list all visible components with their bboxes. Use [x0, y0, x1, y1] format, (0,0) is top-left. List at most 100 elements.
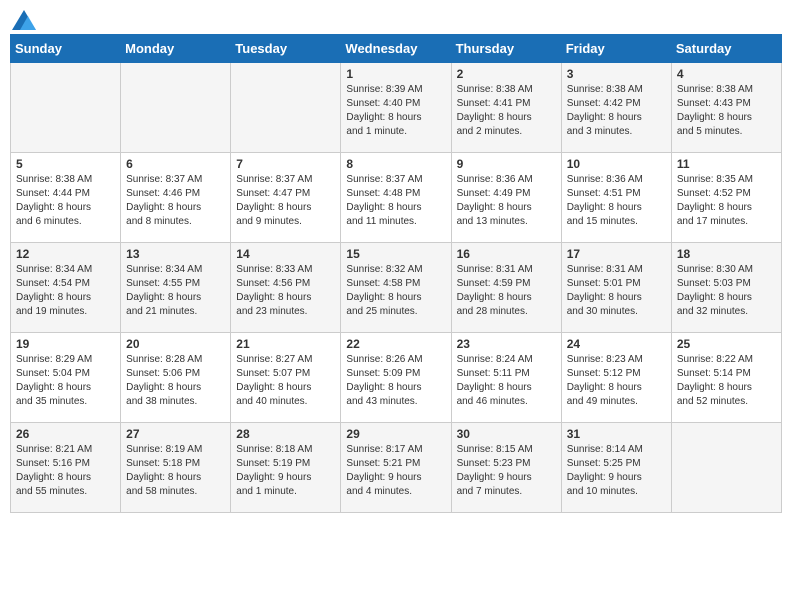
calendar-cell: 11 Sunrise: 8:35 AM Sunset: 4:52 PM Dayli…: [671, 153, 781, 243]
day-info: Sunrise: 8:31 AM Sunset: 4:59 PM Dayligh…: [457, 263, 556, 319]
calendar-cell: 29Sunrise: 8:17 AM Sunset: 5:21 PM Dayli…: [341, 423, 451, 513]
day-info: Sunrise: 8:30 AM Sunset: 5:03 PM Dayligh…: [677, 263, 776, 319]
day-info: Sunrise: 8:36 AM Sunset: 4:51 PM Dayligh…: [567, 173, 666, 229]
day-number: 12: [16, 247, 115, 261]
day-info: Sunrise: 8:37 AM Sunset: 4:47 PM Dayligh…: [236, 173, 335, 229]
calendar-cell: [231, 63, 341, 153]
calendar-cell: 16Sunrise: 8:31 AM Sunset: 4:59 PM Dayli…: [451, 243, 561, 333]
calendar-cell: 26 Sunrise: 8:21 AM Sunset: 5:16 PM Dayli…: [11, 423, 121, 513]
logo: [10, 10, 38, 30]
day-number: 14: [236, 247, 335, 261]
day-info: Sunrise: 8:32 AM Sunset: 4:58 PM Dayligh…: [346, 263, 445, 319]
day-number: 1: [346, 67, 445, 81]
day-info: Sunrise: 8:39 AM Sunset: 4:40 PM Dayligh…: [346, 83, 445, 139]
day-number: 22: [346, 337, 445, 351]
day-info: Sunrise: 8:14 AM Sunset: 5:25 PM Dayligh…: [567, 443, 666, 499]
day-info: Sunrise: 8:21 AM Sunset: 5:16 PM Dayligh…: [16, 443, 115, 499]
calendar-cell: 30 Sunrise: 8:15 AM Sunset: 5:23 PM Dayli…: [451, 423, 561, 513]
day-info: Sunrise: 8:38 AM Sunset: 4:42 PM Dayligh…: [567, 83, 666, 139]
day-number: 10: [567, 157, 666, 171]
day-info: Sunrise: 8:24 AM Sunset: 5:11 PM Dayligh…: [457, 353, 556, 409]
day-number: 7: [236, 157, 335, 171]
day-header-saturday: Saturday: [671, 35, 781, 63]
day-number: 31: [567, 427, 666, 441]
day-header-monday: Monday: [121, 35, 231, 63]
calendar-week-row: 19 Sunrise: 8:29 AM Sunset: 5:04 PM Dayli…: [11, 333, 782, 423]
day-info: Sunrise: 8:31 AM Sunset: 5:01 PM Dayligh…: [567, 263, 666, 319]
logo-icon: [12, 10, 36, 30]
calendar-cell: 3Sunrise: 8:38 AM Sunset: 4:42 PM Daylig…: [561, 63, 671, 153]
calendar-week-row: 5 Sunrise: 8:38 AM Sunset: 4:44 PM Daylig…: [11, 153, 782, 243]
day-info: Sunrise: 8:35 AM Sunset: 4:52 PM Dayligh…: [677, 173, 776, 229]
calendar-cell: [671, 423, 781, 513]
day-number: 17: [567, 247, 666, 261]
day-number: 25: [677, 337, 776, 351]
calendar-cell: 9 Sunrise: 8:36 AM Sunset: 4:49 PM Daylig…: [451, 153, 561, 243]
calendar-cell: 27Sunrise: 8:19 AM Sunset: 5:18 PM Dayli…: [121, 423, 231, 513]
calendar-cell: 23 Sunrise: 8:24 AM Sunset: 5:11 PM Dayli…: [451, 333, 561, 423]
calendar-week-row: 1 Sunrise: 8:39 AM Sunset: 4:40 PM Daylig…: [11, 63, 782, 153]
calendar-cell: 15 Sunrise: 8:32 AM Sunset: 4:58 PM Dayli…: [341, 243, 451, 333]
day-info: Sunrise: 8:36 AM Sunset: 4:49 PM Dayligh…: [457, 173, 556, 229]
day-number: 5: [16, 157, 115, 171]
day-info: Sunrise: 8:38 AM Sunset: 4:41 PM Dayligh…: [457, 83, 556, 139]
calendar-cell: 28Sunrise: 8:18 AM Sunset: 5:19 PM Dayli…: [231, 423, 341, 513]
day-number: 23: [457, 337, 556, 351]
day-number: 6: [126, 157, 225, 171]
day-number: 11: [677, 157, 776, 171]
day-info: Sunrise: 8:15 AM Sunset: 5:23 PM Dayligh…: [457, 443, 556, 499]
calendar-header-row: SundayMondayTuesdayWednesdayThursdayFrid…: [11, 35, 782, 63]
day-header-tuesday: Tuesday: [231, 35, 341, 63]
day-number: 2: [457, 67, 556, 81]
day-header-wednesday: Wednesday: [341, 35, 451, 63]
day-info: Sunrise: 8:37 AM Sunset: 4:48 PM Dayligh…: [346, 173, 445, 229]
calendar-cell: 17 Sunrise: 8:31 AM Sunset: 5:01 PM Dayli…: [561, 243, 671, 333]
day-number: 15: [346, 247, 445, 261]
day-number: 8: [346, 157, 445, 171]
page-header: [10, 10, 782, 30]
calendar-week-row: 26 Sunrise: 8:21 AM Sunset: 5:16 PM Dayli…: [11, 423, 782, 513]
day-info: Sunrise: 8:19 AM Sunset: 5:18 PM Dayligh…: [126, 443, 225, 499]
day-info: Sunrise: 8:38 AM Sunset: 4:43 PM Dayligh…: [677, 83, 776, 139]
day-number: 19: [16, 337, 115, 351]
day-header-friday: Friday: [561, 35, 671, 63]
day-info: Sunrise: 8:27 AM Sunset: 5:07 PM Dayligh…: [236, 353, 335, 409]
day-number: 28: [236, 427, 335, 441]
day-number: 13: [126, 247, 225, 261]
calendar-cell: 13 Sunrise: 8:34 AM Sunset: 4:55 PM Dayli…: [121, 243, 231, 333]
day-number: 30: [457, 427, 556, 441]
calendar-cell: 2 Sunrise: 8:38 AM Sunset: 4:41 PM Daylig…: [451, 63, 561, 153]
calendar-cell: 14Sunrise: 8:33 AM Sunset: 4:56 PM Dayli…: [231, 243, 341, 333]
day-info: Sunrise: 8:28 AM Sunset: 5:06 PM Dayligh…: [126, 353, 225, 409]
calendar-cell: [11, 63, 121, 153]
day-number: 20: [126, 337, 225, 351]
day-info: Sunrise: 8:34 AM Sunset: 4:54 PM Dayligh…: [16, 263, 115, 319]
calendar-cell: 5 Sunrise: 8:38 AM Sunset: 4:44 PM Daylig…: [11, 153, 121, 243]
day-info: Sunrise: 8:26 AM Sunset: 5:09 PM Dayligh…: [346, 353, 445, 409]
calendar-cell: [121, 63, 231, 153]
day-info: Sunrise: 8:29 AM Sunset: 5:04 PM Dayligh…: [16, 353, 115, 409]
day-number: 18: [677, 247, 776, 261]
day-header-thursday: Thursday: [451, 35, 561, 63]
calendar-cell: 4 Sunrise: 8:38 AM Sunset: 4:43 PM Daylig…: [671, 63, 781, 153]
day-number: 26: [16, 427, 115, 441]
day-number: 21: [236, 337, 335, 351]
calendar-cell: 12 Sunrise: 8:34 AM Sunset: 4:54 PM Dayli…: [11, 243, 121, 333]
day-number: 4: [677, 67, 776, 81]
calendar-cell: 31 Sunrise: 8:14 AM Sunset: 5:25 PM Dayli…: [561, 423, 671, 513]
day-info: Sunrise: 8:23 AM Sunset: 5:12 PM Dayligh…: [567, 353, 666, 409]
calendar-cell: 24 Sunrise: 8:23 AM Sunset: 5:12 PM Dayli…: [561, 333, 671, 423]
day-info: Sunrise: 8:38 AM Sunset: 4:44 PM Dayligh…: [16, 173, 115, 229]
calendar-cell: 6 Sunrise: 8:37 AM Sunset: 4:46 PM Daylig…: [121, 153, 231, 243]
day-number: 9: [457, 157, 556, 171]
calendar-cell: 18 Sunrise: 8:30 AM Sunset: 5:03 PM Dayli…: [671, 243, 781, 333]
calendar-cell: 10 Sunrise: 8:36 AM Sunset: 4:51 PM Dayli…: [561, 153, 671, 243]
calendar-cell: 20 Sunrise: 8:28 AM Sunset: 5:06 PM Dayli…: [121, 333, 231, 423]
calendar-cell: 8 Sunrise: 8:37 AM Sunset: 4:48 PM Daylig…: [341, 153, 451, 243]
calendar-week-row: 12 Sunrise: 8:34 AM Sunset: 4:54 PM Dayli…: [11, 243, 782, 333]
day-number: 29: [346, 427, 445, 441]
day-info: Sunrise: 8:37 AM Sunset: 4:46 PM Dayligh…: [126, 173, 225, 229]
day-number: 24: [567, 337, 666, 351]
calendar-cell: 7 Sunrise: 8:37 AM Sunset: 4:47 PM Daylig…: [231, 153, 341, 243]
day-info: Sunrise: 8:34 AM Sunset: 4:55 PM Dayligh…: [126, 263, 225, 319]
